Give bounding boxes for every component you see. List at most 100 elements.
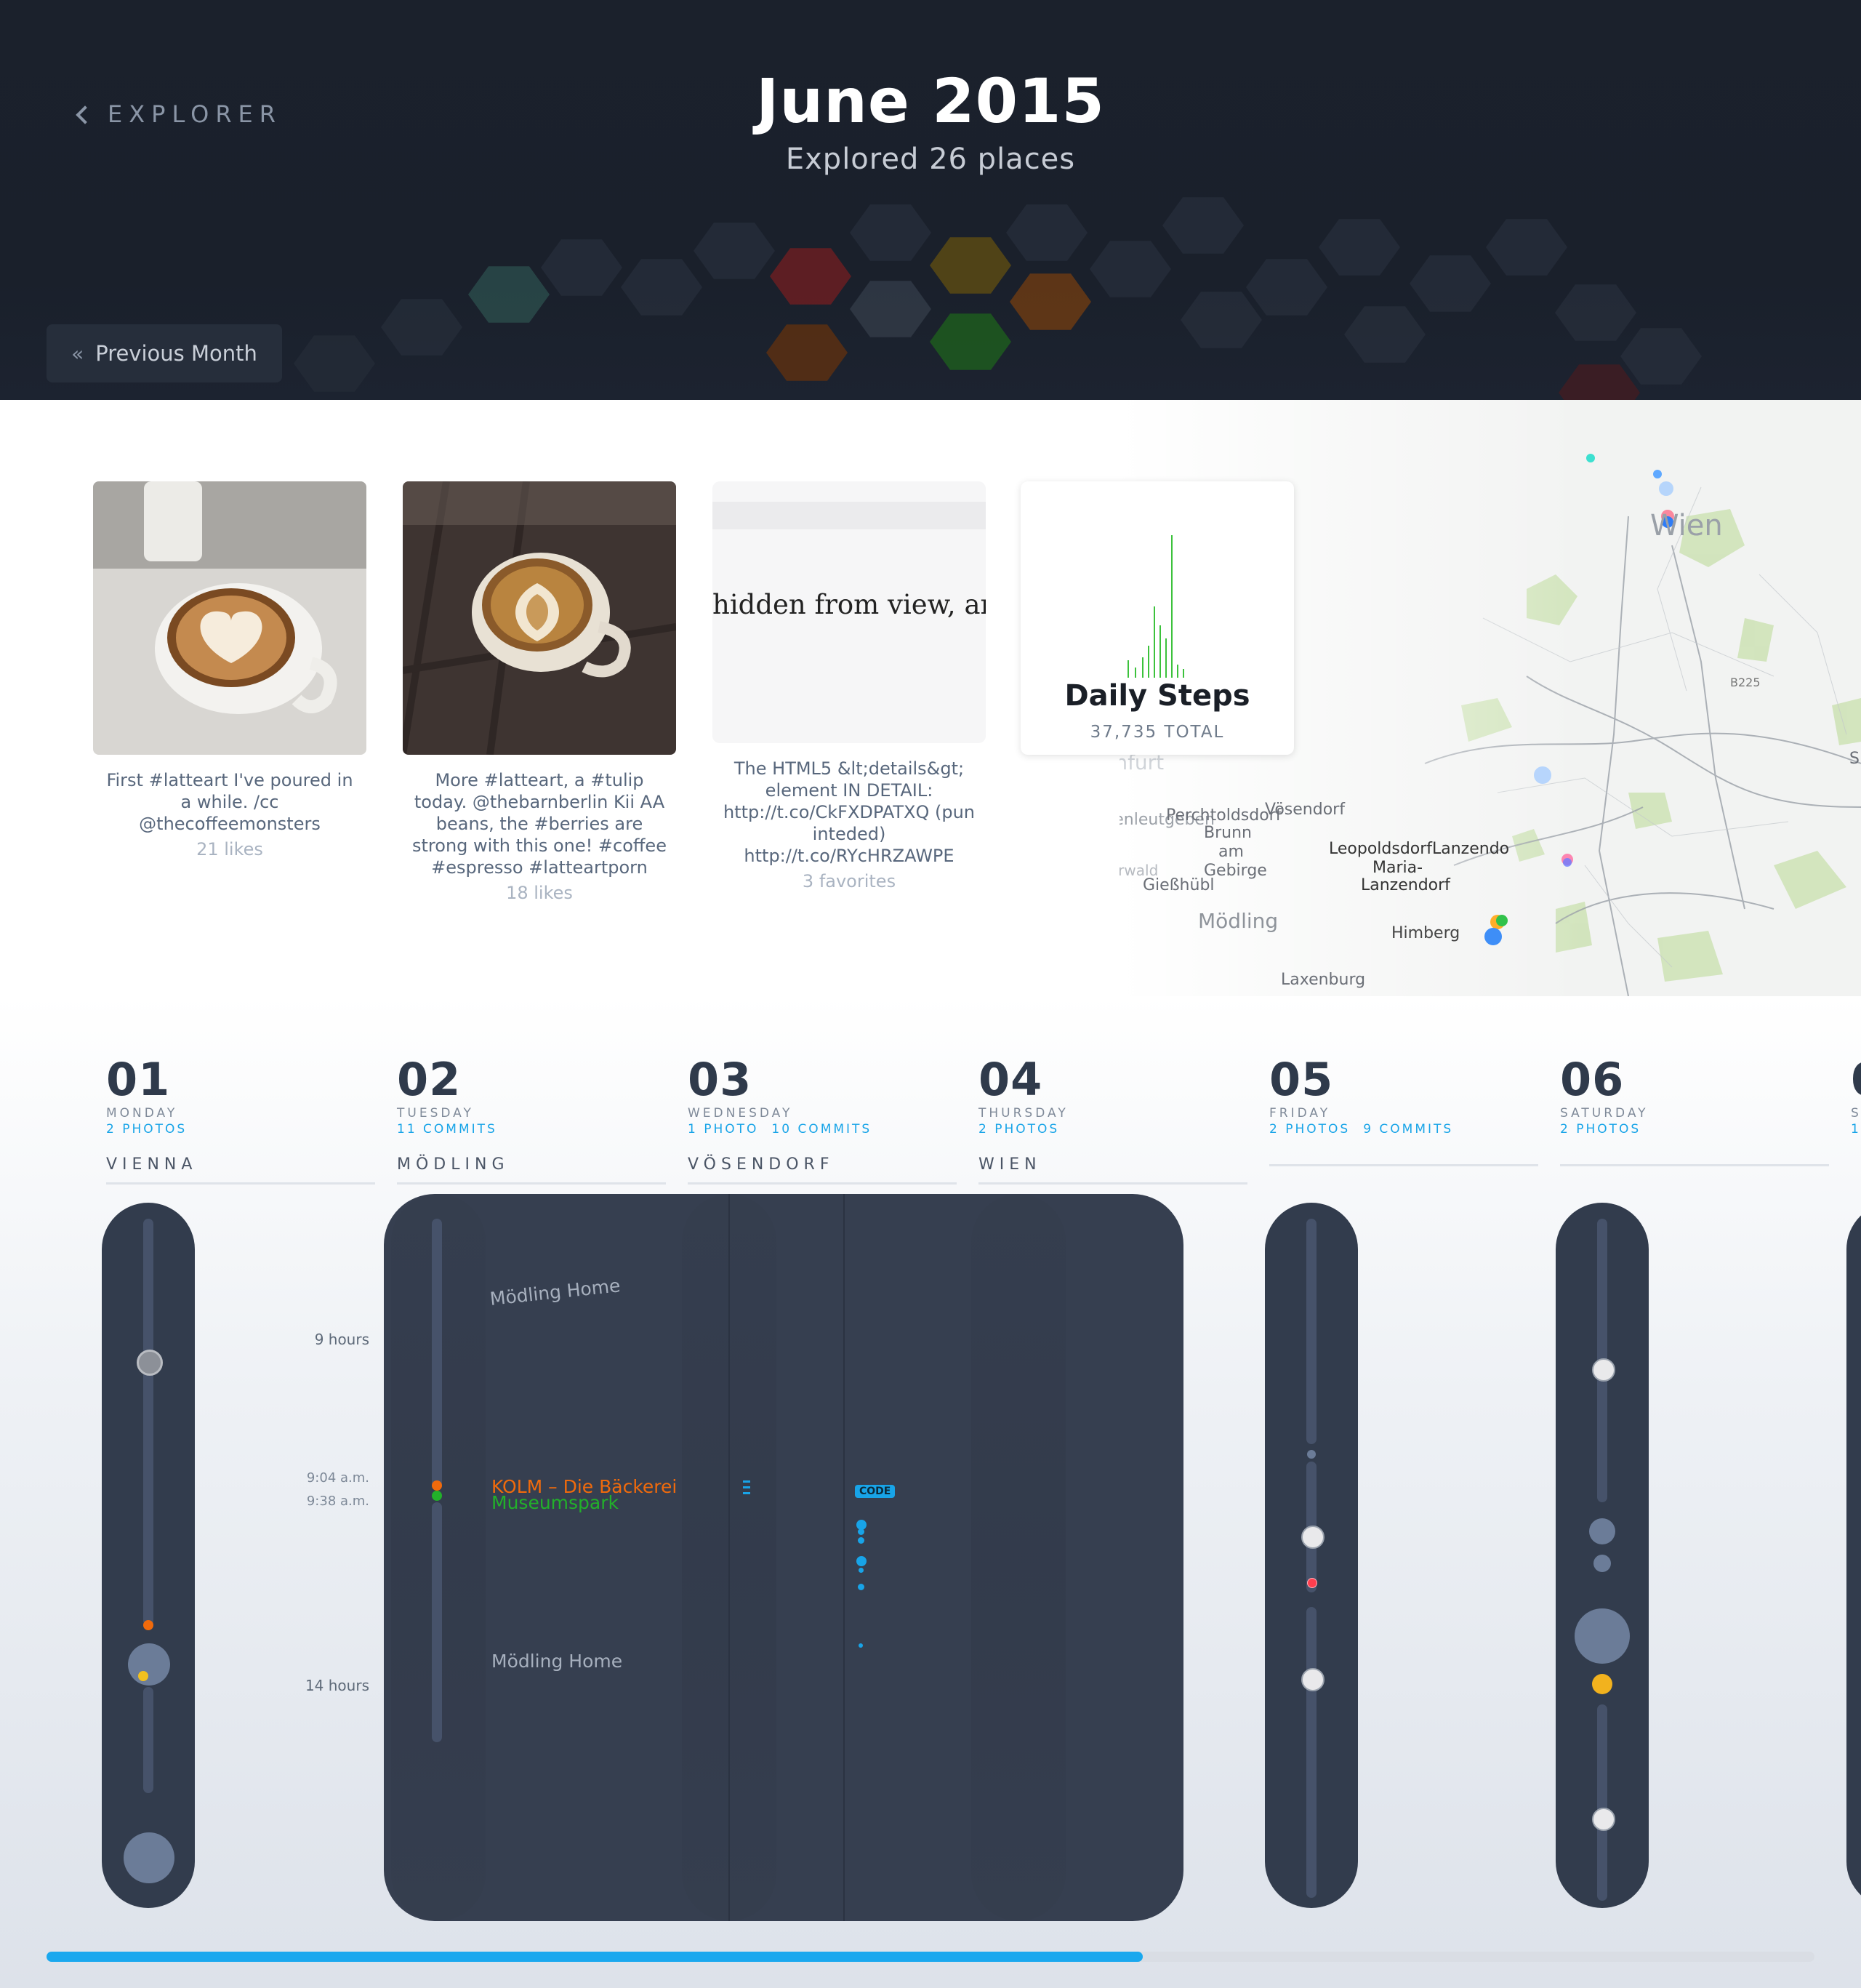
home-marker[interactable] <box>124 1832 174 1883</box>
photo-thumbnail[interactable] <box>1301 1526 1325 1549</box>
day-stats: 2 PHOTOS <box>1560 1122 1829 1137</box>
category-hexagon <box>770 248 851 305</box>
venue-home-label[interactable]: Mödling Home <box>489 1275 621 1310</box>
tulip-latte-photo[interactable] <box>403 481 676 755</box>
day-place <box>1560 1155 1829 1166</box>
day-stats: 2 PHOTOS <box>106 1122 375 1137</box>
latte-art-photo[interactable] <box>93 481 366 755</box>
svg-text:S: S <box>1849 750 1860 768</box>
category-hexagon <box>1006 204 1088 261</box>
stay-marker[interactable] <box>128 1643 170 1686</box>
commit-dot[interactable] <box>856 1556 867 1566</box>
category-hexagon <box>850 281 931 337</box>
venue-home-label[interactable]: Mödling Home <box>491 1651 622 1672</box>
bakery-marker[interactable] <box>432 1480 442 1491</box>
photo-caption: More #latteart, a #tulip today. @thebarn… <box>412 770 667 878</box>
home-marker[interactable] <box>1575 1608 1630 1664</box>
like-count: 21 likes <box>196 839 263 859</box>
category-hexagon <box>1559 364 1640 400</box>
day-01-timeline-pill[interactable] <box>102 1203 195 1908</box>
timeline-scrollbar[interactable] <box>47 1952 1814 1962</box>
code-badge[interactable]: CODE <box>855 1485 896 1498</box>
expanded-day-panel[interactable]: Mödling Home KOLM – Die Bäckerei Museums… <box>384 1194 1183 1921</box>
day-number: 0 <box>1851 1053 1861 1106</box>
day-05-timeline-pill[interactable] <box>1265 1203 1358 1908</box>
tweet-preview-text: hidden from view, and <box>712 589 986 620</box>
day-number: 02 <box>397 1053 462 1106</box>
category-hexagon <box>1620 328 1702 385</box>
svg-text:Leopoldsdorf: Leopoldsdorf <box>1329 840 1433 858</box>
day-header-05[interactable]: 05 FRIDAY 2 PHOTOS 9 COMMITS <box>1269 1053 1538 1166</box>
photo-thumbnail[interactable] <box>1592 1358 1615 1382</box>
idea-marker[interactable] <box>1592 1674 1612 1694</box>
category-hexagon <box>1246 259 1327 316</box>
category-hexagon <box>1319 219 1400 276</box>
day-stats: 11 COMMITS <box>397 1122 666 1137</box>
category-hexagon <box>930 237 1011 294</box>
day-weekday: TUESDAY <box>397 1106 474 1121</box>
svg-text:Maria-: Maria- <box>1372 859 1423 877</box>
svg-text:B225: B225 <box>1730 676 1761 689</box>
park-marker[interactable] <box>432 1491 442 1501</box>
category-hexagon <box>694 223 775 279</box>
category-hexagon <box>294 335 375 392</box>
day-header-07-partial[interactable]: 0 S 1 <box>1851 1053 1861 1137</box>
tweet-preview[interactable]: hidden from view, and <box>712 481 986 743</box>
day-07-timeline-pill-partial[interactable] <box>1846 1203 1861 1908</box>
commit-dot[interactable] <box>859 1643 863 1648</box>
day-header-01[interactable]: 01 MONDAY 2 PHOTOS VIENNA <box>106 1053 375 1185</box>
stat-photos: 2 PHOTOS <box>106 1122 188 1137</box>
day-number: 06 <box>1560 1053 1625 1106</box>
category-hexagon <box>1555 284 1636 341</box>
svg-text:Wien: Wien <box>1650 509 1723 542</box>
day-place <box>1269 1155 1538 1166</box>
category-hexagon <box>541 239 622 296</box>
day-number: 01 <box>106 1053 171 1106</box>
photo-marker[interactable] <box>138 1671 148 1681</box>
category-hexagon <box>850 204 931 261</box>
daily-steps-total: 37,735 TOTAL <box>1090 723 1225 742</box>
stay-marker[interactable] <box>1589 1518 1615 1544</box>
photo-card-1[interactable]: First #latteart I've poured in a while. … <box>93 481 366 859</box>
svg-text:Gießhübl: Gießhübl <box>1143 876 1215 894</box>
category-hexagon <box>1410 255 1491 312</box>
photo-thumbnail[interactable] <box>1592 1808 1615 1831</box>
svg-text:Lanzendorf: Lanzendorf <box>1361 876 1451 894</box>
day-weekday: S <box>1851 1106 1861 1121</box>
day-weekday: SATURDAY <box>1560 1106 1649 1121</box>
previous-month-button[interactable]: « Previous Month <box>47 324 282 382</box>
day-header-02[interactable]: 02 TUESDAY 11 COMMITS MÖDLING <box>397 1053 666 1185</box>
stay-marker[interactable] <box>1593 1555 1611 1572</box>
venue-park-label[interactable]: Museumspark <box>491 1492 619 1513</box>
day-weekday: MONDAY <box>106 1106 178 1121</box>
day-header-04[interactable]: 04 THURSDAY 2 PHOTOS WIEN <box>978 1053 1247 1185</box>
category-hexagon <box>1162 197 1244 254</box>
tweet-card[interactable]: hidden from view, and The HTML5 &lt;deta… <box>712 481 986 891</box>
commit-dot[interactable] <box>858 1584 864 1590</box>
category-hexagon <box>1181 292 1262 348</box>
steps-sparkline <box>1128 535 1184 678</box>
time-label: 9:04 a.m. <box>306 1470 369 1486</box>
double-chevron-left-icon: « <box>71 341 84 366</box>
daily-steps-card[interactable]: Daily Steps 37,735 TOTAL <box>1021 481 1294 755</box>
place-marker[interactable] <box>143 1620 153 1630</box>
stat-commits: 11 COMMITS <box>397 1122 497 1137</box>
day-header-03[interactable]: 03 WEDNESDAY 1 PHOTO 10 COMMITS VÖSENDORF <box>688 1053 957 1185</box>
day-timeline: 01 MONDAY 2 PHOTOS VIENNA 02 TUESDAY 11 … <box>0 996 1861 1988</box>
timeline-scroll-thumb[interactable] <box>47 1952 1143 1962</box>
photo-card-2[interactable]: More #latteart, a #tulip today. @thebarn… <box>403 481 676 903</box>
photo-caption: First #latteart I've poured in a while. … <box>106 770 353 834</box>
day-header-06[interactable]: 06 SATURDAY 2 PHOTOS <box>1560 1053 1829 1166</box>
photo-thumbnail[interactable] <box>1301 1668 1325 1691</box>
svg-text:Laxenburg: Laxenburg <box>1281 971 1365 989</box>
day-place: VÖSENDORF <box>688 1155 957 1185</box>
stat-photos: 2 PHOTOS <box>1269 1122 1351 1137</box>
month-header: EXPLORER June 2015 Explored 26 places « … <box>0 0 1861 400</box>
day-place: WIEN <box>978 1155 1247 1185</box>
photo-thumbnail[interactable] <box>137 1350 163 1376</box>
place-marker[interactable] <box>1307 1578 1317 1588</box>
svg-text:am: am <box>1218 843 1244 861</box>
activity-feed: Wien nerwald B225 Breitenfurt Kaltenleut… <box>0 400 1861 996</box>
time-label: 9:38 a.m. <box>306 1494 369 1509</box>
day-06-timeline-pill[interactable] <box>1556 1203 1649 1908</box>
